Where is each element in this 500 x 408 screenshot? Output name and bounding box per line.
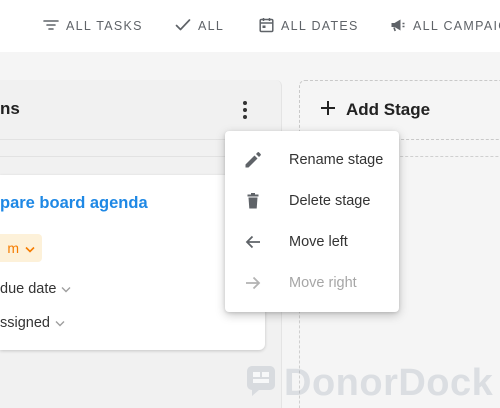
calendar-icon	[259, 17, 274, 36]
check-icon	[175, 18, 191, 35]
priority-select[interactable]: m	[0, 234, 42, 262]
trash-icon	[241, 189, 265, 213]
due-date-select[interactable]: due date	[0, 281, 71, 297]
task-title-link[interactable]: pare board agenda	[0, 194, 148, 213]
donordock-logo-icon	[246, 365, 276, 402]
pencil-icon	[241, 148, 265, 172]
priority-label: m	[7, 240, 19, 256]
filter-lines-icon	[43, 18, 59, 35]
menu-item-label: Move left	[289, 233, 348, 250]
chevron-down-icon	[61, 281, 71, 297]
chevron-down-icon	[55, 315, 65, 331]
filter-all-tasks[interactable]: ALL TASKS	[43, 17, 143, 35]
menu-item-move-left[interactable]: Move left	[225, 221, 399, 262]
filter-all-dates[interactable]: ALL DATES	[259, 17, 359, 35]
filter-all[interactable]: ALL	[175, 17, 224, 35]
assignee-select[interactable]: ssigned	[0, 315, 65, 331]
arrow-right-icon	[241, 271, 265, 295]
filter-all-campaigns-label: ALL CAMPAIG	[413, 19, 500, 33]
filter-all-campaigns[interactable]: ALL CAMPAIG	[390, 17, 500, 35]
stage-title: ns	[0, 99, 20, 118]
megaphone-icon	[390, 18, 406, 35]
filter-all-dates-label: ALL DATES	[281, 19, 359, 33]
chevron-down-icon	[25, 240, 35, 256]
watermark: DonorDock	[246, 362, 493, 405]
filter-bar: ALL TASKS ALL ALL DATES ALL CAMPAIG	[0, 0, 500, 52]
menu-item-label: Move right	[289, 274, 357, 291]
assignee-label: ssigned	[0, 315, 50, 331]
plus-icon	[320, 100, 336, 121]
filter-all-label: ALL	[198, 19, 225, 33]
stage-context-menu: Rename stage Delete stage Move left Move…	[225, 131, 399, 312]
menu-item-delete-stage[interactable]: Delete stage	[225, 180, 399, 221]
due-date-label: due date	[0, 281, 57, 297]
filter-all-tasks-label: ALL TASKS	[66, 19, 143, 33]
menu-item-label: Delete stage	[289, 192, 371, 209]
more-vert-icon[interactable]	[233, 96, 257, 124]
menu-item-move-right: Move right	[225, 262, 399, 303]
menu-item-label: Rename stage	[289, 151, 384, 168]
menu-item-rename-stage[interactable]: Rename stage	[225, 139, 399, 180]
arrow-left-icon	[241, 230, 265, 254]
add-stage-label: Add Stage	[346, 100, 431, 119]
watermark-text: DonorDock	[284, 362, 494, 404]
